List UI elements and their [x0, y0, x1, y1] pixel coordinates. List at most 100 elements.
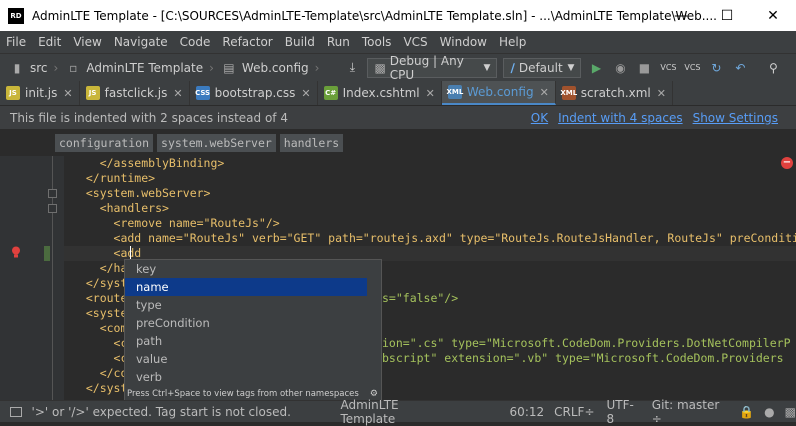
- menu-window[interactable]: Window: [434, 35, 493, 49]
- code-line-fragment: ion=".cs" type="Microsoft.CodeDom.Provid…: [382, 336, 791, 350]
- code-line: </assemblyBinding>: [72, 156, 225, 170]
- tool-windows-icon[interactable]: [10, 406, 22, 417]
- memory-indicator-icon[interactable]: ▩: [785, 405, 796, 419]
- fold-marker[interactable]: [48, 189, 57, 198]
- rider-logo-icon: ∕: [510, 60, 515, 75]
- code-line-fragment: s="false"/>: [382, 291, 459, 305]
- folder-icon: ▮: [13, 60, 21, 75]
- js-file-icon: JS: [6, 86, 20, 100]
- menu-navigate[interactable]: Navigate: [108, 35, 174, 49]
- completion-item-verb[interactable]: verb: [125, 368, 381, 386]
- build-config-combo[interactable]: ▩ Debug | Any CPU ▼: [367, 54, 498, 82]
- tab-label: Index.cshtml: [342, 86, 420, 100]
- maximize-button[interactable]: ☐: [704, 0, 750, 31]
- close-icon[interactable]: ✕: [173, 87, 182, 100]
- menu-help[interactable]: Help: [493, 35, 532, 49]
- nav-crumb-src[interactable]: ▮ src ›: [8, 59, 59, 77]
- lock-icon[interactable]: 🔒: [739, 405, 754, 419]
- stop-icon[interactable]: ■: [635, 59, 653, 77]
- breadcrumb-system-webserver[interactable]: system.webServer: [157, 134, 276, 152]
- indent-4-spaces-link[interactable]: Indent with 4 spaces: [558, 111, 682, 125]
- status-line-ending[interactable]: CRLF÷: [554, 405, 594, 419]
- title-bar: RD AdminLTE Template - [C:\SOURCES\Admin…: [0, 0, 796, 31]
- breadcrumb-handlers[interactable]: handlers: [279, 134, 344, 152]
- xml-file-icon: XML: [560, 86, 577, 100]
- code-line: <add name="RouteJs" verb="GET" path="rou…: [72, 231, 796, 245]
- run-config-combo[interactable]: ∕ Default ▼: [503, 57, 582, 78]
- completion-item-value[interactable]: value: [125, 350, 381, 368]
- status-vcs-branch[interactable]: Git: master ÷: [652, 398, 729, 426]
- search-icon[interactable]: ⚲: [764, 59, 782, 77]
- fold-marker[interactable]: [48, 204, 57, 213]
- completion-item-name[interactable]: name: [125, 278, 367, 296]
- project-icon: ▫: [69, 60, 78, 75]
- error-stripe-icon[interactable]: −: [781, 157, 793, 169]
- code-line-fragment: bscript" extension=".vb" type="Microsoft…: [382, 351, 784, 365]
- menu-edit[interactable]: Edit: [32, 35, 67, 49]
- history-icon[interactable]: ↻: [707, 59, 725, 77]
- tab-label: bootstrap.css: [214, 86, 296, 100]
- main-toolbar: ▮ src › ▫ AdminLTE Template › ▤ Web.conf…: [0, 53, 796, 82]
- run-config-value: Default: [518, 60, 563, 75]
- tab-scratch-xml[interactable]: XML scratch.xml ✕: [556, 81, 673, 105]
- lightbulb-icon[interactable]: [11, 246, 21, 258]
- close-icon[interactable]: ✕: [301, 87, 310, 100]
- completion-item-path[interactable]: path: [125, 332, 381, 350]
- tab-fastclick-js[interactable]: JS fastclick.js ✕: [80, 81, 190, 105]
- editor-tabs: JS init.js ✕ JS fastclick.js ✕ CSS boots…: [0, 81, 796, 106]
- vcs-commit-icon[interactable]: VCS: [683, 59, 701, 77]
- close-icon[interactable]: ✕: [63, 87, 72, 100]
- nav-crumb-file[interactable]: ▤ Web.config ›: [220, 59, 319, 77]
- tab-init-js[interactable]: JS init.js ✕: [0, 81, 80, 105]
- debug-icon: ▩: [374, 60, 386, 75]
- chevron-down-icon: ▼: [567, 62, 575, 73]
- chevron-right-icon: ›: [209, 60, 214, 75]
- revert-icon[interactable]: ↶: [731, 59, 749, 77]
- tab-web-config[interactable]: XML Web.config ✕: [441, 81, 556, 105]
- tab-index-cshtml[interactable]: C# Index.cshtml ✕: [318, 81, 442, 105]
- menu-tools[interactable]: Tools: [356, 35, 398, 49]
- status-caret-position[interactable]: 60:12: [510, 405, 545, 419]
- xml-file-icon: XML: [446, 85, 463, 99]
- run-icon[interactable]: ▶: [587, 59, 605, 77]
- ok-link[interactable]: OK: [531, 111, 548, 125]
- show-settings-link[interactable]: Show Settings: [693, 111, 778, 125]
- vcs-update-icon[interactable]: VCS: [659, 59, 677, 77]
- debug-bug-icon[interactable]: ◉: [611, 59, 629, 77]
- js-file-icon: JS: [85, 86, 100, 100]
- menu-view[interactable]: View: [67, 35, 107, 49]
- build-config-value: Debug | Any CPU: [389, 53, 464, 82]
- status-encoding[interactable]: UTF-8: [607, 398, 640, 426]
- minimize-button[interactable]: —: [658, 0, 704, 31]
- menu-vcs[interactable]: VCS: [397, 35, 433, 49]
- tab-bootstrap-css[interactable]: CSS bootstrap.css ✕: [190, 81, 318, 105]
- css-file-icon: CSS: [195, 86, 210, 100]
- completion-hint: Press Ctrl+Space to view tags from other…: [127, 389, 359, 399]
- nav-crumb-project[interactable]: ▫ AdminLTE Template ›: [64, 59, 214, 77]
- code-line: <handlers>: [72, 201, 169, 215]
- inspection-icon[interactable]: ●: [764, 405, 774, 419]
- close-icon[interactable]: ✕: [426, 87, 435, 100]
- code-editor[interactable]: </assemblyBinding> </runtime> <system.we…: [0, 156, 796, 400]
- close-icon[interactable]: ✕: [540, 86, 549, 99]
- completion-item-type[interactable]: type: [125, 296, 381, 314]
- completion-popup[interactable]: key name type preCondition path value ve…: [124, 259, 382, 401]
- chevron-right-icon: ›: [53, 60, 59, 75]
- close-icon[interactable]: ✕: [657, 87, 666, 100]
- completion-item-key[interactable]: key: [125, 260, 381, 278]
- nav-crumb-file-label: Web.config: [241, 60, 309, 75]
- menu-build[interactable]: Build: [279, 35, 321, 49]
- code-line: <system.webServer>: [72, 186, 211, 200]
- code-line: </runtime>: [72, 171, 156, 185]
- nav-crumb-project-label: AdminLTE Template: [86, 60, 204, 75]
- menu-run[interactable]: Run: [321, 35, 356, 49]
- menu-file[interactable]: File: [0, 35, 32, 49]
- status-project[interactable]: AdminLTE Template: [340, 398, 451, 426]
- completion-item-precondition[interactable]: preCondition: [125, 314, 381, 332]
- menu-refactor[interactable]: Refactor: [216, 35, 278, 49]
- xml-breadcrumbs: configuration system.webServer handlers: [0, 130, 796, 156]
- download-icon[interactable]: ⤓: [343, 59, 361, 77]
- menu-code[interactable]: Code: [174, 35, 217, 49]
- breadcrumb-configuration[interactable]: configuration: [55, 134, 154, 152]
- close-window-button[interactable]: ✕: [750, 0, 796, 31]
